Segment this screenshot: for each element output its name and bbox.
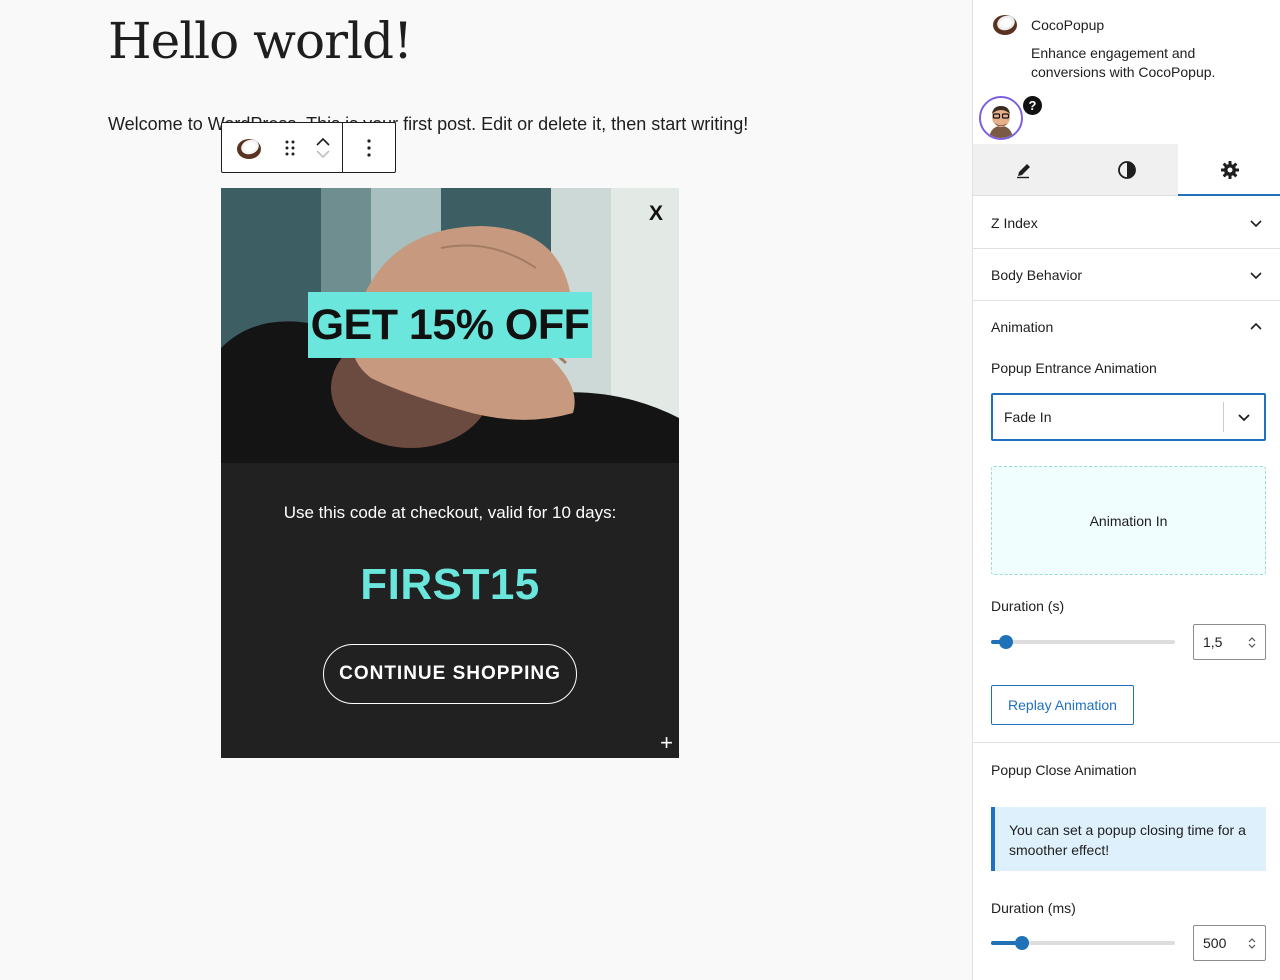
entrance-animation-value: Fade In bbox=[1004, 409, 1052, 425]
tab-content[interactable] bbox=[973, 144, 1076, 195]
close-duration-input[interactable]: 500 bbox=[1193, 925, 1266, 961]
drag-icon bbox=[285, 140, 295, 155]
gear-icon bbox=[1220, 160, 1239, 179]
slider-track bbox=[991, 640, 1175, 644]
spin-up-icon bbox=[1248, 937, 1256, 942]
chevron-down-icon bbox=[1250, 271, 1262, 279]
block-movers bbox=[304, 123, 342, 172]
plugin-logo bbox=[991, 12, 1019, 41]
close-animation-notice: You can set a popup closing time for a s… bbox=[991, 807, 1266, 871]
replay-animation-button[interactable]: Replay Animation bbox=[991, 685, 1134, 725]
pencil-icon bbox=[1017, 163, 1031, 178]
add-block-icon[interactable]: + bbox=[660, 732, 673, 754]
chevron-up-icon bbox=[1250, 322, 1262, 330]
entrance-duration-input[interactable]: 1,5 bbox=[1193, 624, 1266, 660]
move-down-icon[interactable] bbox=[316, 149, 330, 159]
entrance-duration-label: Duration (s) bbox=[991, 598, 1065, 614]
select-arrow[interactable] bbox=[1224, 410, 1264, 424]
chevron-down-icon bbox=[1238, 414, 1250, 422]
entrance-duration-slider[interactable] bbox=[991, 632, 1175, 652]
slider-thumb[interactable] bbox=[999, 635, 1013, 649]
entrance-animation-select[interactable]: Fade In bbox=[991, 393, 1266, 441]
panel-body-behavior-title: Body Behavior bbox=[991, 266, 1083, 283]
spin-down-icon bbox=[1248, 944, 1256, 949]
chevron-down-icon bbox=[1250, 219, 1262, 227]
close-duration-slider[interactable] bbox=[991, 933, 1175, 953]
help-icon[interactable]: ? bbox=[1023, 96, 1042, 115]
contrast-icon bbox=[1118, 160, 1136, 179]
animation-preview: Animation In bbox=[991, 466, 1266, 575]
entrance-animation-label: Popup Entrance Animation bbox=[991, 360, 1157, 376]
popup-block[interactable]: X GET 15% OFF Use this code at checkout,… bbox=[221, 188, 679, 758]
more-vertical-icon bbox=[367, 138, 371, 157]
popup-description: Use this code at checkout, valid for 10 … bbox=[283, 503, 617, 522]
avatar[interactable] bbox=[979, 96, 1023, 140]
panel-animation-title: Animation bbox=[991, 319, 1054, 335]
settings-sidebar: CocoPopup Enhance engagement and convers… bbox=[972, 0, 1280, 980]
continue-shopping-button[interactable]: CONTINUE SHOPPING bbox=[323, 644, 577, 704]
number-spinner[interactable] bbox=[1248, 636, 1256, 648]
popup-close-button[interactable]: X bbox=[649, 202, 663, 226]
editor-canvas: Hello world! Welcome to WordPress. This … bbox=[0, 0, 972, 980]
panel-z-index[interactable]: Z Index bbox=[973, 197, 1280, 249]
popup-hero-image: X GET 15% OFF bbox=[221, 188, 679, 463]
close-duration-value: 500 bbox=[1203, 935, 1227, 951]
tab-style[interactable] bbox=[1076, 144, 1179, 195]
entrance-duration-value: 1,5 bbox=[1203, 634, 1223, 650]
plugin-description: Enhance engagement and conversions with … bbox=[1031, 45, 1216, 80]
popup-coupon-code: FIRST15 bbox=[360, 560, 540, 609]
post-title[interactable]: Hello world! bbox=[108, 12, 413, 70]
panel-z-index-title: Z Index bbox=[991, 214, 1038, 231]
panel-animation[interactable]: Animation bbox=[973, 301, 1280, 353]
spin-down-icon bbox=[1248, 643, 1256, 648]
panel-body-behavior[interactable]: Body Behavior bbox=[973, 249, 1280, 301]
close-duration-label: Duration (ms) bbox=[991, 900, 1076, 916]
coconut-logo-icon bbox=[993, 15, 1017, 35]
number-spinner[interactable] bbox=[1248, 937, 1256, 949]
section-divider bbox=[973, 742, 1280, 743]
block-type-button[interactable] bbox=[222, 123, 276, 172]
drag-handle[interactable] bbox=[276, 123, 304, 172]
plugin-name: CocoPopup bbox=[1031, 17, 1105, 33]
block-options-button[interactable] bbox=[343, 123, 395, 172]
popup-discount-banner: GET 15% OFF bbox=[308, 292, 592, 358]
slider-thumb[interactable] bbox=[1015, 936, 1029, 950]
post-paragraph[interactable]: Welcome to WordPress. This is your first… bbox=[108, 110, 768, 138]
move-up-icon[interactable] bbox=[316, 137, 330, 146]
sidebar-tabs bbox=[973, 144, 1280, 196]
tab-settings[interactable] bbox=[1178, 144, 1280, 196]
coconut-icon bbox=[237, 138, 261, 159]
block-toolbar bbox=[221, 122, 396, 173]
close-animation-label: Popup Close Animation bbox=[991, 762, 1137, 778]
spin-up-icon bbox=[1248, 636, 1256, 641]
